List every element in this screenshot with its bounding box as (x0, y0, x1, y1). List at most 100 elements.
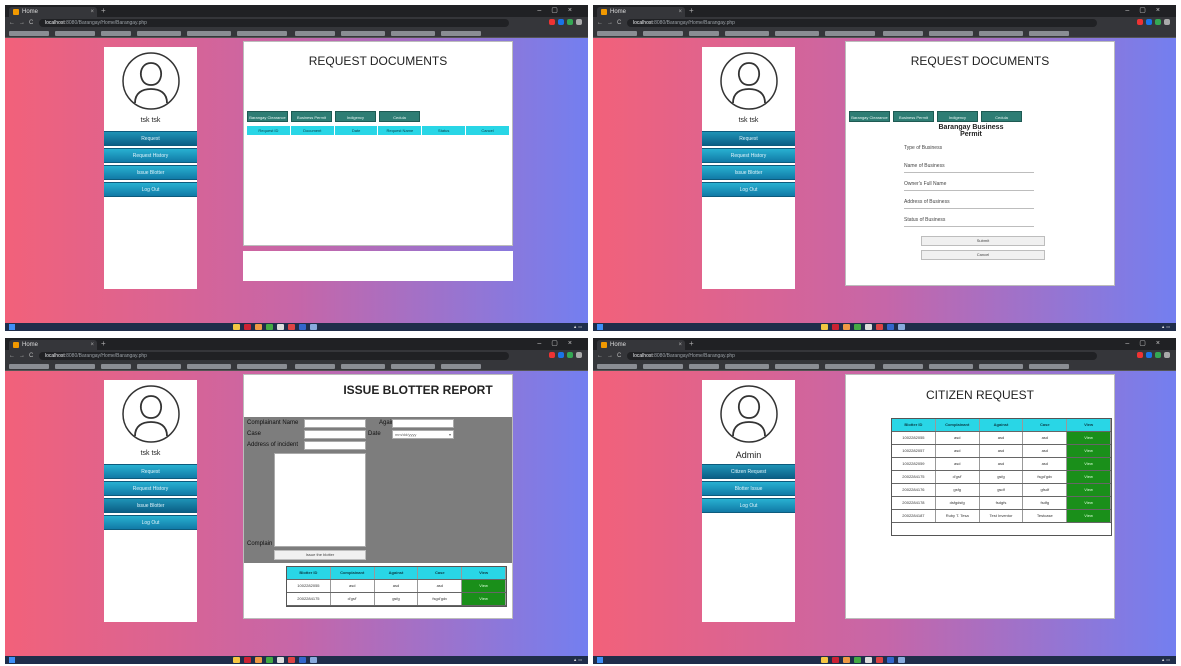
url-input[interactable]: localhost:8080/Barangay/Home/Barangay.ph… (627, 352, 1097, 360)
screenshot-request-documents-list: Home × + –▢× ←→C localhost:8080/Barangay/… (5, 5, 588, 331)
complainant-input[interactable] (304, 419, 366, 428)
menu-log-out-button[interactable]: Log Out (104, 515, 197, 530)
start-icon[interactable] (597, 324, 603, 330)
view-button[interactable]: View (1067, 471, 1111, 483)
view-button[interactable]: View (1067, 458, 1111, 470)
table-row: 1002282055 asd asd asd View (892, 432, 1111, 445)
menu-log-out-button[interactable]: Log Out (104, 182, 197, 197)
cell-blotter-id: 2002284175 (892, 471, 936, 483)
calendar-icon[interactable]: ▾ (449, 431, 453, 439)
menu-request-button[interactable]: Request (702, 131, 795, 146)
new-tab-icon[interactable]: + (689, 6, 694, 16)
url-input[interactable]: localhost:8080/Barangay/Home/Barangay.ph… (39, 352, 509, 360)
start-icon[interactable] (597, 657, 603, 663)
cancel-button[interactable]: Cancel (921, 250, 1045, 260)
doc-barangay-clearance-button[interactable]: Barangay Clearance (247, 111, 288, 122)
start-icon[interactable] (9, 324, 15, 330)
cell-against: fsdgfs (980, 497, 1024, 509)
tab-title: Home (610, 9, 627, 15)
owner-full-name-input[interactable] (904, 190, 1034, 191)
address-input[interactable] (304, 441, 366, 450)
browser-tab[interactable]: Home × (9, 340, 97, 350)
against-input[interactable] (392, 419, 454, 428)
user-avatar-icon (122, 385, 180, 443)
view-button[interactable]: View (462, 580, 506, 592)
menu-request-history-button[interactable]: Request History (104, 481, 197, 496)
view-button[interactable]: View (1067, 432, 1111, 444)
taskbar-apps[interactable] (233, 324, 317, 330)
url-input[interactable]: localhost:8080/Barangay/Home/Barangay.ph… (39, 19, 509, 27)
menu-request-history-button[interactable]: Request History (702, 148, 795, 163)
footer-panel (243, 251, 513, 281)
menu-request-button[interactable]: Request (104, 464, 197, 479)
nav-buttons[interactable]: ←→C (9, 352, 37, 360)
close-tab-icon[interactable]: × (678, 341, 682, 349)
username-label: tsk tsk (140, 117, 161, 124)
menu-issue-blotter-button[interactable]: Issue Blotter (104, 498, 197, 513)
col-document: Document (291, 126, 335, 135)
new-tab-icon[interactable]: + (101, 339, 106, 349)
complain-textarea[interactable] (274, 453, 366, 547)
status-of-business-label: Status of Business (904, 217, 946, 223)
new-tab-icon[interactable]: + (101, 6, 106, 16)
menu-log-out-button[interactable]: Log Out (702, 182, 795, 197)
menu-issue-blotter-button[interactable]: Issue Blotter (702, 165, 795, 180)
favicon-icon (13, 342, 19, 348)
menu-log-out-button[interactable]: Log Out (702, 498, 795, 513)
close-tab-icon[interactable]: × (678, 8, 682, 16)
window-controls[interactable]: –▢× (1125, 339, 1170, 349)
window-controls[interactable]: –▢× (1125, 6, 1170, 16)
url-input[interactable]: localhost:8080/Barangay/Home/Barangay.ph… (627, 19, 1097, 27)
window-controls[interactable]: –▢× (537, 339, 582, 349)
name-of-business-input[interactable] (904, 172, 1034, 173)
menu-issue-blotter-button[interactable]: Issue Blotter (104, 165, 197, 180)
cell-case: asd (1023, 445, 1068, 457)
address-of-business-input[interactable] (904, 208, 1034, 209)
browser-tab[interactable]: Home × (9, 7, 97, 17)
view-button[interactable]: View (1067, 497, 1111, 509)
view-button[interactable]: View (1067, 445, 1111, 457)
taskbar-apps[interactable] (821, 657, 905, 663)
doc-cedula-button[interactable]: Cedula (379, 111, 420, 122)
submit-button[interactable]: Submit (921, 236, 1045, 246)
browser-tab[interactable]: Home × (597, 340, 685, 350)
cell-blotter-id: 1002282059 (892, 458, 936, 470)
case-input[interactable] (304, 430, 366, 439)
status-of-business-input[interactable] (904, 226, 1034, 227)
new-tab-icon[interactable]: + (689, 339, 694, 349)
request-table-header: Request ID Document Date Request Name St… (247, 126, 510, 135)
case-label: Case (247, 431, 262, 437)
doc-cedula-button[interactable]: Cedula (981, 111, 1022, 122)
doc-indigency-button[interactable]: Indigency (937, 111, 978, 122)
url-path: 8080/Barangay/Home/Barangay.php (654, 20, 735, 26)
window-controls[interactable]: –▢× (537, 6, 582, 16)
doc-business-permit-button[interactable]: Business Permit (291, 111, 332, 122)
date-input[interactable]: mm/dd/yyyy ▾ (392, 430, 454, 439)
browser-tab[interactable]: Home × (597, 7, 685, 17)
close-tab-icon[interactable]: × (90, 8, 94, 16)
doc-business-permit-button[interactable]: Business Permit (893, 111, 934, 122)
nav-buttons[interactable]: ←→C (597, 352, 625, 360)
view-button[interactable]: View (1067, 510, 1111, 522)
menu-citizen-request-button[interactable]: Citizen Request (702, 464, 795, 479)
cell-against: asd (375, 580, 419, 592)
start-icon[interactable] (9, 657, 15, 663)
taskbar-apps[interactable] (821, 324, 905, 330)
view-button[interactable]: View (1067, 484, 1111, 496)
menu-request-button[interactable]: Request (104, 131, 197, 146)
sidebar: Admin Citizen Request Blotter Issue Log … (702, 380, 795, 622)
favicon-icon (601, 9, 607, 15)
doc-barangay-clearance-button[interactable]: Barangay Clearance (849, 111, 890, 122)
nav-buttons[interactable]: ←→C (597, 19, 625, 27)
nav-buttons[interactable]: ←→C (9, 19, 37, 27)
page-title: CITIZEN REQUEST (925, 388, 1034, 402)
issue-blotter-button[interactable]: Issue the blotter (274, 550, 366, 560)
menu-blotter-issue-button[interactable]: Blotter Issue (702, 481, 795, 496)
bookmarks-bar (5, 362, 588, 371)
view-button[interactable]: View (462, 593, 506, 605)
doc-indigency-button[interactable]: Indigency (335, 111, 376, 122)
close-tab-icon[interactable]: × (90, 341, 94, 349)
taskbar-apps[interactable] (233, 657, 317, 663)
sidebar: tsk tsk Request Request History Issue Bl… (104, 380, 197, 622)
menu-request-history-button[interactable]: Request History (104, 148, 197, 163)
